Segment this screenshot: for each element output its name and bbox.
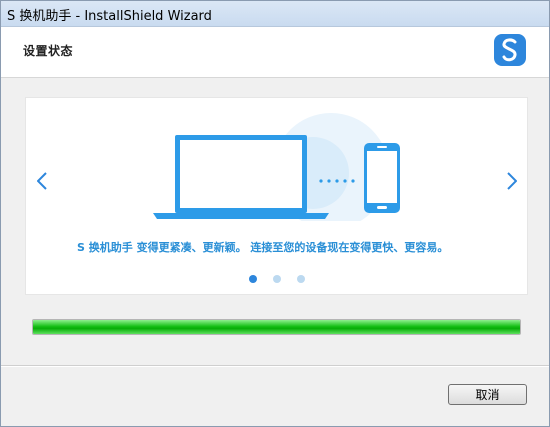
footer-divider xyxy=(1,365,549,367)
laptop-icon xyxy=(153,135,329,219)
window-title: S 换机助手 - InstallShield Wizard xyxy=(7,9,212,24)
installer-window: S 换机助手 - InstallShield Wizard 设置状态 S 换机助… xyxy=(0,0,550,427)
phone-icon xyxy=(364,143,400,213)
app-logo-icon xyxy=(494,34,526,66)
page-dot-2[interactable] xyxy=(273,275,281,283)
cancel-button[interactable]: 取消 xyxy=(448,384,527,405)
page-title: 设置状态 xyxy=(23,44,74,58)
illustration xyxy=(141,111,421,229)
progress-bar xyxy=(32,319,521,335)
carousel-caption: S 换机助手 变得更紧凑、更新颖。 连接至您的设备现在变得更快、更容易。 xyxy=(77,241,449,254)
page-dot-3[interactable] xyxy=(297,275,305,283)
title-bar: S 换机助手 - InstallShield Wizard xyxy=(1,1,549,27)
carousel-pagination xyxy=(247,275,307,285)
progress-fill xyxy=(33,320,520,334)
chevron-right-icon[interactable] xyxy=(503,172,521,190)
header-panel: 设置状态 xyxy=(1,27,549,78)
chevron-left-icon[interactable] xyxy=(33,172,51,190)
page-dot-1[interactable] xyxy=(249,275,257,283)
